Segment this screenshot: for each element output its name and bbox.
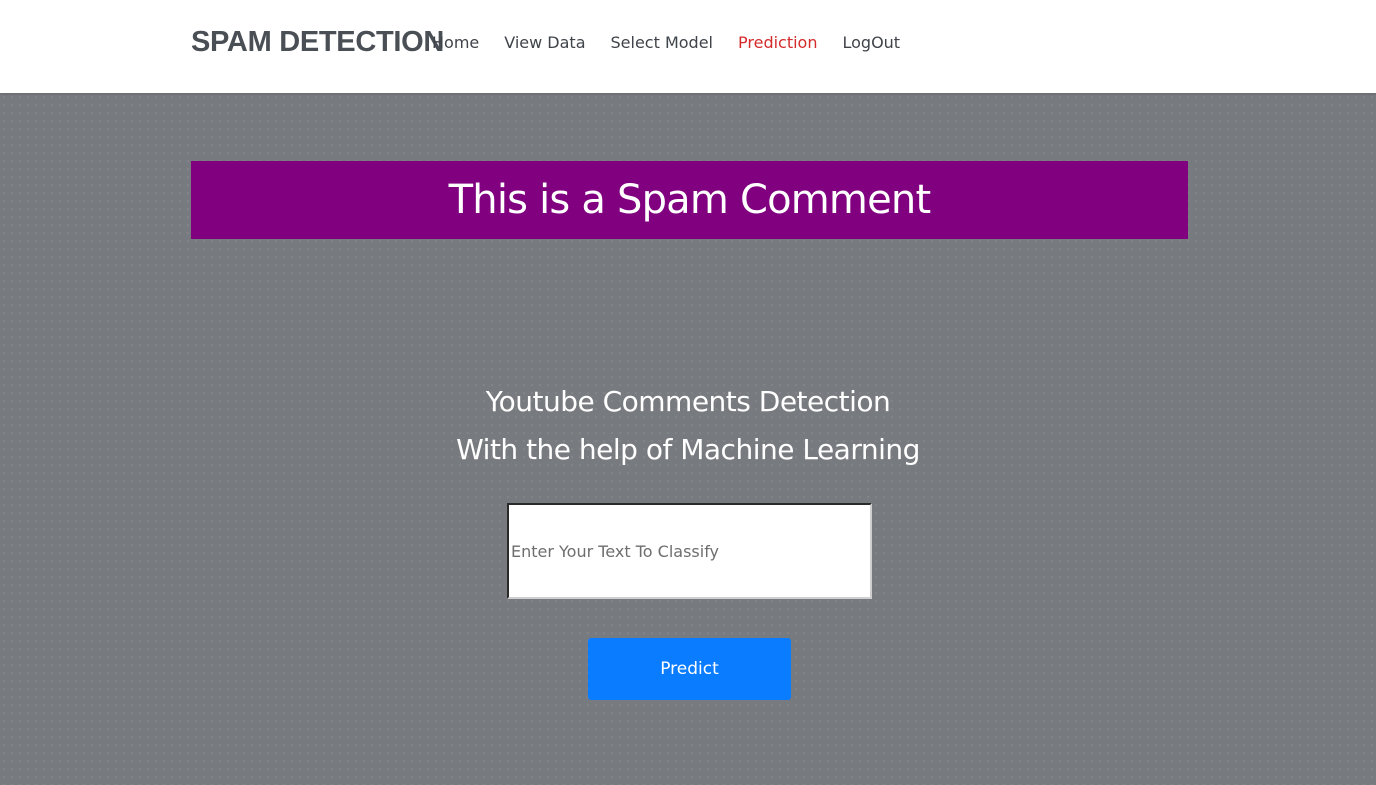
- result-text: This is a Spam Comment: [448, 177, 932, 223]
- nav-link-prediction[interactable]: Prediction: [738, 33, 817, 52]
- predict-button[interactable]: Predict: [588, 638, 791, 700]
- nav-links: Home View Data Select Model Prediction L…: [432, 33, 925, 52]
- form-heading-line-2: With the help of Machine Learning: [456, 433, 920, 466]
- nav-link-home[interactable]: Home: [432, 33, 479, 52]
- form-heading-line-1: Youtube Comments Detection: [485, 385, 891, 418]
- navbar: SPAM DETECTION Home View Data Select Mod…: [0, 0, 1376, 93]
- comment-input[interactable]: [507, 503, 872, 599]
- nav-link-view-data[interactable]: View Data: [504, 33, 585, 52]
- brand-logo[interactable]: SPAM DETECTION: [191, 26, 444, 59]
- result-banner: This is a Spam Comment: [191, 161, 1188, 239]
- nav-link-logout[interactable]: LogOut: [842, 33, 900, 52]
- nav-link-select-model[interactable]: Select Model: [611, 33, 713, 52]
- main-section: This is a Spam Comment Youtube Comments …: [0, 93, 1376, 785]
